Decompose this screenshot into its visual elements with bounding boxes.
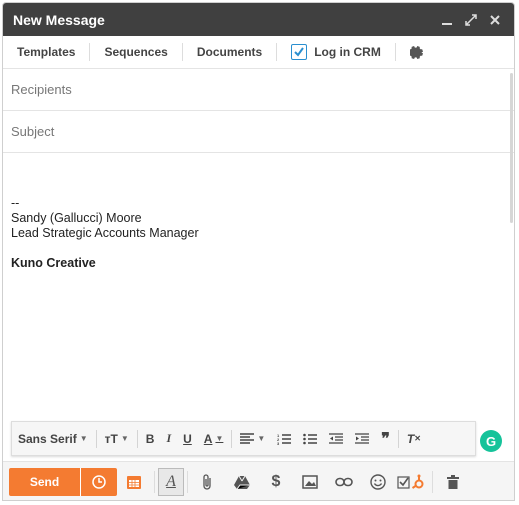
sequences-button[interactable]: Sequences — [90, 43, 183, 61]
bold-icon[interactable]: B — [140, 429, 161, 449]
formatting-options-icon[interactable]: A — [158, 468, 184, 496]
attach-icon[interactable] — [191, 468, 225, 496]
trash-icon[interactable] — [436, 468, 470, 496]
numbered-list-icon[interactable]: 123 — [271, 429, 297, 449]
close-icon[interactable] — [486, 11, 504, 29]
drive-icon[interactable] — [225, 468, 259, 496]
indent-more-icon[interactable] — [349, 429, 375, 449]
svg-text:3: 3 — [277, 441, 280, 445]
documents-button[interactable]: Documents — [183, 43, 278, 61]
signature-company: Kuno Creative — [11, 256, 96, 270]
log-in-crm-label: Log in CRM — [314, 45, 381, 59]
bottom-toolbar: Send A $ — [3, 461, 514, 500]
recipients-field[interactable]: Recipients — [3, 69, 514, 111]
insert-link-icon[interactable] — [327, 468, 361, 496]
templates-button[interactable]: Templates — [3, 43, 91, 61]
formatting-toolbar: Sans Serif ▼ тT ▼ B I U A ▼ ▼ 123 ❞ T ✕ — [11, 421, 476, 456]
quote-icon[interactable]: ❞ — [375, 429, 396, 449]
font-size-icon[interactable]: тT ▼ — [99, 429, 135, 449]
bullet-list-icon[interactable] — [297, 429, 323, 449]
subject-field[interactable]: Subject — [3, 111, 514, 153]
italic-icon[interactable]: I — [160, 429, 177, 449]
checkbox-checked-icon[interactable] — [291, 44, 308, 60]
signature-name: Sandy (Gallucci) Moore — [11, 211, 142, 225]
emoji-icon[interactable] — [361, 468, 395, 496]
insert-photo-icon[interactable] — [293, 468, 327, 496]
align-icon[interactable]: ▼ — [234, 429, 271, 449]
indent-less-icon[interactable] — [323, 429, 349, 449]
window-title: New Message — [13, 11, 105, 28]
font-family-value: Sans Serif — [18, 431, 77, 446]
settings-gear-icon[interactable] — [396, 43, 437, 61]
underline-icon[interactable]: U — [177, 429, 198, 449]
signature-dash: -- — [11, 196, 20, 210]
hubspot-track-icon[interactable] — [395, 468, 429, 496]
compose-window: New Message Templates Sequences Document… — [2, 2, 515, 501]
remove-formatting-icon[interactable]: T ✕ — [401, 429, 427, 449]
text-color-icon[interactable]: A ▼ — [198, 429, 230, 449]
font-family-select[interactable]: Sans Serif ▼ — [12, 429, 94, 449]
hubspot-toolbar: Templates Sequences Documents Log in CRM — [3, 36, 514, 69]
log-in-crm-toggle[interactable]: Log in CRM — [277, 43, 396, 61]
send-button[interactable]: Send — [9, 468, 80, 496]
calendar-icon[interactable] — [117, 468, 151, 496]
minimize-icon[interactable] — [438, 11, 456, 29]
grammarly-icon[interactable]: G — [480, 430, 502, 452]
title-bar: New Message — [3, 3, 514, 36]
signature-title: Lead Strategic Accounts Manager — [11, 226, 199, 240]
schedule-clock-icon[interactable] — [80, 468, 117, 496]
expand-icon[interactable] — [462, 11, 480, 29]
money-icon[interactable]: $ — [259, 468, 293, 496]
scrollbar[interactable] — [510, 73, 513, 223]
message-body[interactable]: -- Sandy (Gallucci) Moore Lead Strategic… — [11, 196, 199, 271]
